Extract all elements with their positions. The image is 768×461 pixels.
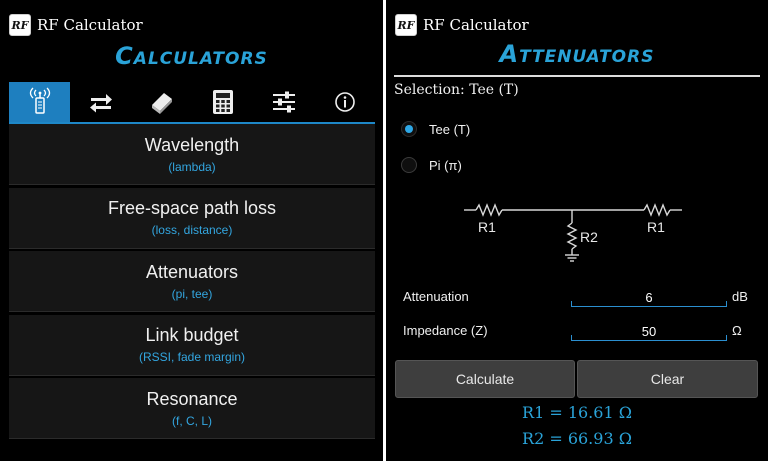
calculator-list: Wavelength (lambda) Free-space path loss… xyxy=(9,124,375,442)
tab-settings[interactable] xyxy=(253,82,314,122)
list-item-wavelength[interactable]: Wavelength (lambda) xyxy=(9,124,375,185)
app-title: RF Calculator xyxy=(37,16,143,34)
list-item-title: Resonance xyxy=(146,388,238,409)
page-title: Calculators xyxy=(115,42,268,70)
list-item-link-budget[interactable]: Link budget (RSSI, fade margin) xyxy=(9,314,375,376)
tab-calculator[interactable] xyxy=(192,82,253,122)
attenuation-label: Attenuation xyxy=(403,289,469,304)
title-bar: RF RF Calculator xyxy=(386,10,529,40)
r2-label: R2 xyxy=(580,229,598,245)
book-icon xyxy=(151,93,172,114)
attenuators-screen: RF RF Calculator Attenuators Selection: … xyxy=(386,0,768,461)
r1-right-label: R1 xyxy=(647,219,665,235)
radio-button-selected xyxy=(401,121,417,137)
list-item-title: Wavelength xyxy=(144,134,240,155)
result-r1: R1 = 16.61 Ω xyxy=(522,403,632,422)
list-item-title: Attenuators xyxy=(145,261,239,282)
tab-info[interactable] xyxy=(314,82,375,122)
list-item-attenuators[interactable]: Attenuators (pi, tee) xyxy=(9,251,375,312)
swap-arrows-icon xyxy=(89,94,112,113)
list-item-title: Free-space path loss xyxy=(107,198,277,218)
calculate-button[interactable]: Calculate xyxy=(395,360,575,398)
radio-tee[interactable]: Tee (T) xyxy=(401,121,470,137)
list-item-subtitle: (pi, tee) xyxy=(171,286,213,301)
attenuation-unit: dB xyxy=(732,289,748,304)
app-logo: RF xyxy=(395,14,417,36)
radio-pi[interactable]: Pi (π) xyxy=(401,157,462,173)
attenuation-input[interactable] xyxy=(571,288,727,306)
impedance-field-box xyxy=(571,322,727,341)
tab-convert[interactable] xyxy=(70,82,131,122)
antenna-phone-icon xyxy=(29,87,50,114)
sliders-icon xyxy=(272,91,295,113)
tab-reference[interactable] xyxy=(131,82,192,122)
page-title: Attenuators xyxy=(499,40,655,68)
calculators-screen: RF RF Calculator Calculators Wavelength … xyxy=(0,0,383,461)
result-r2: R2 = 66.93 Ω xyxy=(522,429,632,448)
list-item-subtitle: (loss, distance) xyxy=(151,223,233,237)
clear-button[interactable]: Clear xyxy=(577,360,758,398)
app-logo: RF xyxy=(9,14,31,36)
list-item-subtitle: (f, C, L) xyxy=(171,413,212,428)
list-item-subtitle: (RSSI, fade margin) xyxy=(138,350,246,364)
divider xyxy=(394,75,760,77)
list-item-subtitle: (lambda) xyxy=(168,159,216,174)
selection-text: Selection: Tee (T) xyxy=(394,82,519,98)
tab-bar xyxy=(9,82,375,125)
radio-button xyxy=(401,157,417,173)
tee-schematic: R1 R2 R1 xyxy=(464,203,682,262)
calculator-icon xyxy=(212,90,233,114)
impedance-input[interactable] xyxy=(571,322,727,340)
radio-label: Tee (T) xyxy=(429,121,471,137)
title-bar: RF RF Calculator xyxy=(0,10,143,40)
info-icon xyxy=(334,92,355,112)
impedance-unit: Ω xyxy=(732,323,742,338)
attenuation-field-box xyxy=(571,288,727,307)
list-item-title: Link budget xyxy=(145,325,239,345)
tab-antenna[interactable] xyxy=(9,82,70,122)
app-title: RF Calculator xyxy=(423,16,529,34)
r1-left-label: R1 xyxy=(478,219,496,235)
radio-label: Pi (π) xyxy=(429,157,462,173)
impedance-label: Impedance (Z) xyxy=(403,323,488,338)
list-item-resonance[interactable]: Resonance (f, C, L) xyxy=(9,378,375,439)
list-item-path-loss[interactable]: Free-space path loss (loss, distance) xyxy=(9,187,375,249)
